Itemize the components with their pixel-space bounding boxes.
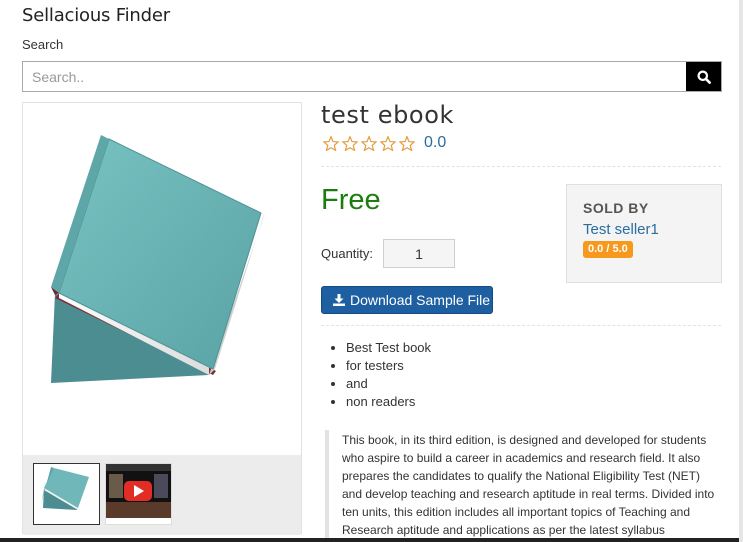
search-button[interactable] [686, 62, 721, 91]
finder-title: Sellacious Finder [22, 5, 170, 26]
book-image [23, 103, 301, 455]
search-icon [697, 70, 711, 84]
search-input[interactable] [23, 62, 686, 91]
thumbnail-book[interactable] [33, 463, 100, 525]
product-rating: 0.0 [323, 134, 446, 152]
download-icon [333, 294, 345, 306]
right-edge-bar [739, 0, 743, 542]
product-price: Free [321, 184, 381, 216]
feature-list: Best Test book for testers and non reade… [346, 339, 431, 411]
download-sample-button[interactable]: Download Sample File [321, 286, 493, 314]
star-icon [323, 135, 339, 151]
star-icon [380, 135, 396, 151]
divider [321, 166, 721, 167]
thumbnail-video[interactable] [105, 463, 172, 525]
product-description: This book, in its third edition, is desi… [325, 430, 721, 538]
search-label: Search [22, 37, 64, 52]
divider [321, 325, 721, 326]
product-title: test ebook [321, 101, 454, 129]
list-item: Best Test book [346, 339, 431, 357]
seller-name-link[interactable]: Test seller1 [583, 221, 659, 238]
thumbnail-strip [23, 455, 301, 535]
search-bar [22, 61, 722, 92]
seller-rating-badge: 0.0 / 5.0 [583, 241, 633, 258]
star-icon [361, 135, 377, 151]
sold-by-heading: SOLD BY [583, 200, 649, 216]
play-icon [124, 481, 152, 501]
quantity-label: Quantity: [321, 246, 374, 261]
rating-stars [323, 135, 415, 151]
bottom-edge-bar [0, 538, 739, 542]
list-item: for testers [346, 357, 431, 375]
rating-value: 0.0 [424, 134, 447, 151]
list-item: and [346, 375, 431, 393]
download-sample-label: Download Sample File [350, 292, 491, 308]
star-icon [342, 135, 358, 151]
list-item: non readers [346, 393, 431, 411]
product-gallery [22, 102, 302, 535]
star-icon [399, 135, 415, 151]
quantity-input[interactable] [383, 239, 455, 268]
seller-panel: SOLD BY Test seller1 0.0 / 5.0 [566, 184, 722, 283]
